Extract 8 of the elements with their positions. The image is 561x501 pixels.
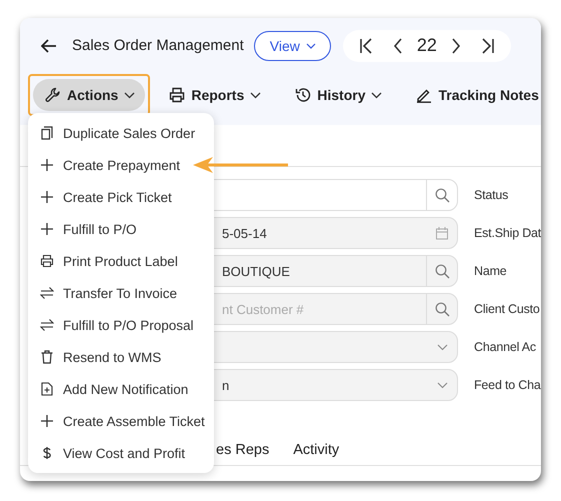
field-label: Feed to Cha bbox=[474, 378, 541, 392]
field-label: Channel Ac bbox=[474, 340, 536, 354]
window-title: Sales Order Management bbox=[72, 37, 244, 54]
page-number: 22 bbox=[416, 35, 437, 56]
field-label: Est.Ship Dat bbox=[474, 226, 541, 240]
field-label: Name bbox=[474, 264, 507, 278]
field-label: Client Custo bbox=[474, 302, 540, 316]
field-label: Status bbox=[474, 188, 508, 202]
